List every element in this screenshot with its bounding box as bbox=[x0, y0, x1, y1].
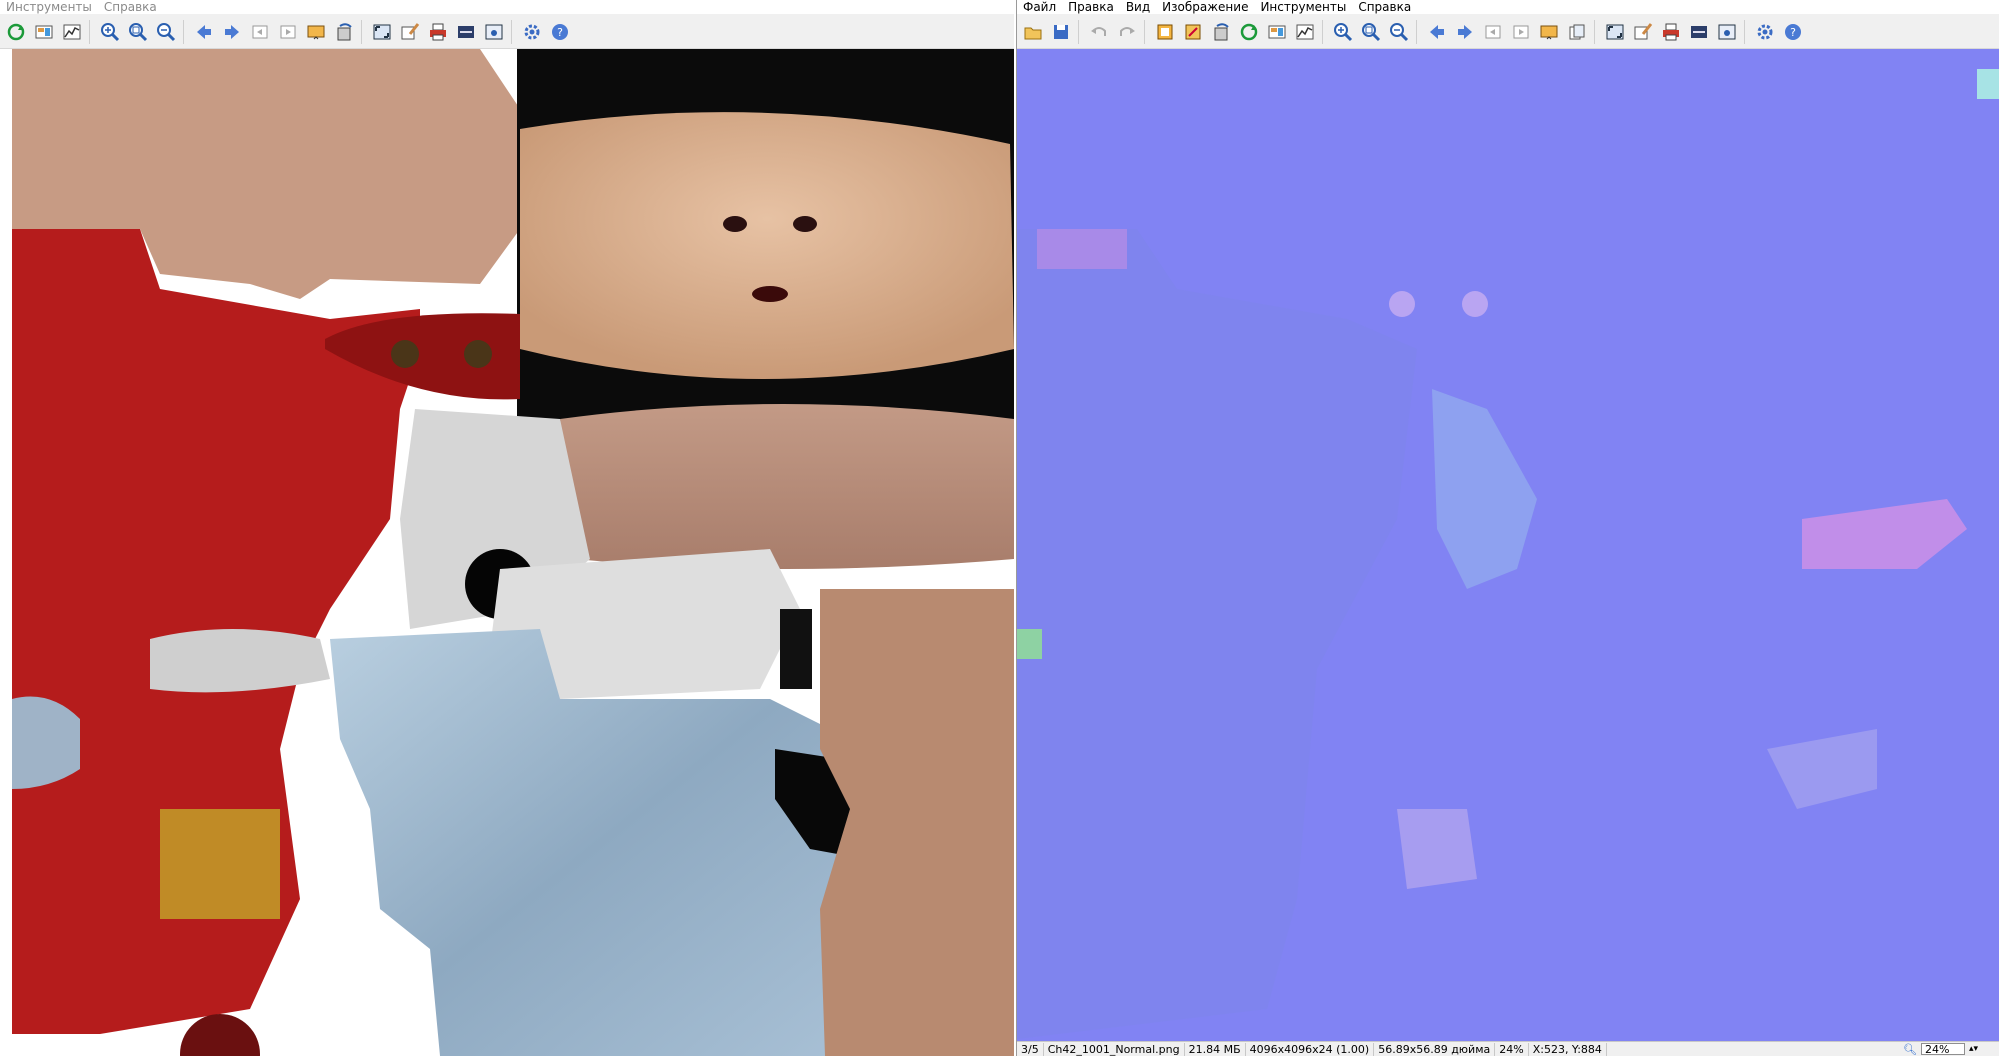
menu-help[interactable]: Справка bbox=[1352, 0, 1417, 14]
zoom-magnifier-icon[interactable]: 🔍︎ bbox=[1903, 1043, 1917, 1056]
histogram-icon[interactable] bbox=[1291, 18, 1319, 46]
screenshot-icon[interactable] bbox=[480, 18, 508, 46]
redo-icon[interactable] bbox=[1113, 18, 1141, 46]
diffuse-texture-image bbox=[0, 49, 1014, 1056]
print-icon[interactable] bbox=[424, 18, 452, 46]
view-mode-icon[interactable] bbox=[30, 18, 58, 46]
save-icon[interactable] bbox=[1047, 18, 1075, 46]
toolbar-separator bbox=[361, 20, 368, 44]
edit-icon[interactable] bbox=[1629, 18, 1657, 46]
right-menubar: Файл Правка Вид Изображение Инструменты … bbox=[1017, 0, 1999, 14]
status-zoom: 24% bbox=[1495, 1042, 1529, 1056]
page-prev-icon[interactable] bbox=[1479, 18, 1507, 46]
scanner-icon[interactable] bbox=[1685, 18, 1713, 46]
toolbar-separator bbox=[1594, 20, 1601, 44]
menu-file[interactable]: Файл bbox=[1017, 0, 1062, 14]
settings-gear-icon[interactable] bbox=[1751, 18, 1779, 46]
svg-text:?: ? bbox=[1790, 26, 1796, 39]
forward-arrow-icon[interactable] bbox=[218, 18, 246, 46]
zoom-out-icon[interactable] bbox=[1385, 18, 1413, 46]
rotate-icon[interactable] bbox=[330, 18, 358, 46]
zoom-in-icon[interactable] bbox=[96, 18, 124, 46]
forward-arrow-icon[interactable] bbox=[1451, 18, 1479, 46]
left-toolbar: ? bbox=[0, 16, 1014, 49]
status-cursor: X:523, Y:884 bbox=[1529, 1042, 1607, 1056]
statusbar: 3/5 Ch42_1001_Normal.png 21.84 МБ 4096x4… bbox=[1017, 1041, 1999, 1056]
slideshow-icon[interactable] bbox=[302, 18, 330, 46]
menu-tools[interactable]: Инструменты bbox=[1254, 0, 1352, 14]
zoom-fit-icon[interactable] bbox=[1357, 18, 1385, 46]
menu-tools[interactable]: Инструменты bbox=[0, 0, 98, 14]
right-image-canvas[interactable] bbox=[1017, 49, 1999, 1042]
back-arrow-icon[interactable] bbox=[1423, 18, 1451, 46]
slideshow-icon[interactable] bbox=[1535, 18, 1563, 46]
back-arrow-icon[interactable] bbox=[190, 18, 218, 46]
left-image-canvas[interactable] bbox=[0, 49, 1014, 1056]
zoom-out-icon[interactable] bbox=[152, 18, 180, 46]
screenshot-icon[interactable] bbox=[1713, 18, 1741, 46]
menu-edit[interactable]: Правка bbox=[1062, 0, 1120, 14]
toolbar-separator bbox=[1322, 20, 1329, 44]
menu-help[interactable]: Справка bbox=[98, 0, 163, 14]
toolbar-separator bbox=[511, 20, 518, 44]
svg-text:?: ? bbox=[557, 26, 563, 39]
page-next-icon[interactable] bbox=[274, 18, 302, 46]
fullscreen-icon[interactable] bbox=[1601, 18, 1629, 46]
view-mode-icon[interactable] bbox=[1263, 18, 1291, 46]
resize-icon[interactable] bbox=[1179, 18, 1207, 46]
right-viewer-window: Файл Правка Вид Изображение Инструменты … bbox=[1016, 0, 1999, 1056]
crop-icon[interactable] bbox=[1151, 18, 1179, 46]
normal-map-image bbox=[1017, 49, 1999, 1042]
zoom-control: 🔍︎ 24% ▴▾ bbox=[1903, 1042, 1978, 1056]
toolbar-separator bbox=[1744, 20, 1751, 44]
status-filename: Ch42_1001_Normal.png bbox=[1044, 1042, 1185, 1056]
status-filesize: 21.84 МБ bbox=[1185, 1042, 1246, 1056]
face-uv-island bbox=[520, 112, 1014, 379]
zoom-stepper-icon[interactable]: ▴▾ bbox=[1969, 1044, 1978, 1054]
settings-gear-icon[interactable] bbox=[518, 18, 546, 46]
zoom-fit-icon[interactable] bbox=[124, 18, 152, 46]
zoom-input[interactable]: 24% bbox=[1920, 1043, 1965, 1056]
fullscreen-icon[interactable] bbox=[368, 18, 396, 46]
zoom-in-icon[interactable] bbox=[1329, 18, 1357, 46]
toolbar-separator bbox=[183, 20, 190, 44]
refresh-icon[interactable] bbox=[1235, 18, 1263, 46]
help-icon[interactable]: ? bbox=[546, 18, 574, 46]
toolbar-separator bbox=[1078, 20, 1085, 44]
menu-view[interactable]: Вид bbox=[1120, 0, 1156, 14]
toolbar-separator bbox=[1144, 20, 1151, 44]
undo-icon[interactable] bbox=[1085, 18, 1113, 46]
histogram-icon[interactable] bbox=[58, 18, 86, 46]
page-prev-icon[interactable] bbox=[246, 18, 274, 46]
left-menubar: Инструменты Справка bbox=[0, 0, 1014, 14]
toolbar-separator bbox=[89, 20, 96, 44]
rotate-icon[interactable] bbox=[1207, 18, 1235, 46]
help-icon[interactable]: ? bbox=[1779, 18, 1807, 46]
open-folder-icon[interactable] bbox=[1019, 18, 1047, 46]
scanner-icon[interactable] bbox=[452, 18, 480, 46]
copy-icon[interactable] bbox=[1563, 18, 1591, 46]
status-print-size: 56.89x56.89 дюйма bbox=[1374, 1042, 1496, 1056]
print-icon[interactable] bbox=[1657, 18, 1685, 46]
left-viewer-window: Инструменты Справка ? bbox=[0, 0, 1014, 1056]
right-toolbar: ? bbox=[1017, 16, 1999, 49]
page-next-icon[interactable] bbox=[1507, 18, 1535, 46]
refresh-icon[interactable] bbox=[2, 18, 30, 46]
status-index: 3/5 bbox=[1017, 1042, 1044, 1056]
menu-image[interactable]: Изображение bbox=[1156, 0, 1254, 14]
toolbar-separator bbox=[1416, 20, 1423, 44]
status-dimensions: 4096x4096x24 (1.00) bbox=[1246, 1042, 1375, 1056]
edit-icon[interactable] bbox=[396, 18, 424, 46]
